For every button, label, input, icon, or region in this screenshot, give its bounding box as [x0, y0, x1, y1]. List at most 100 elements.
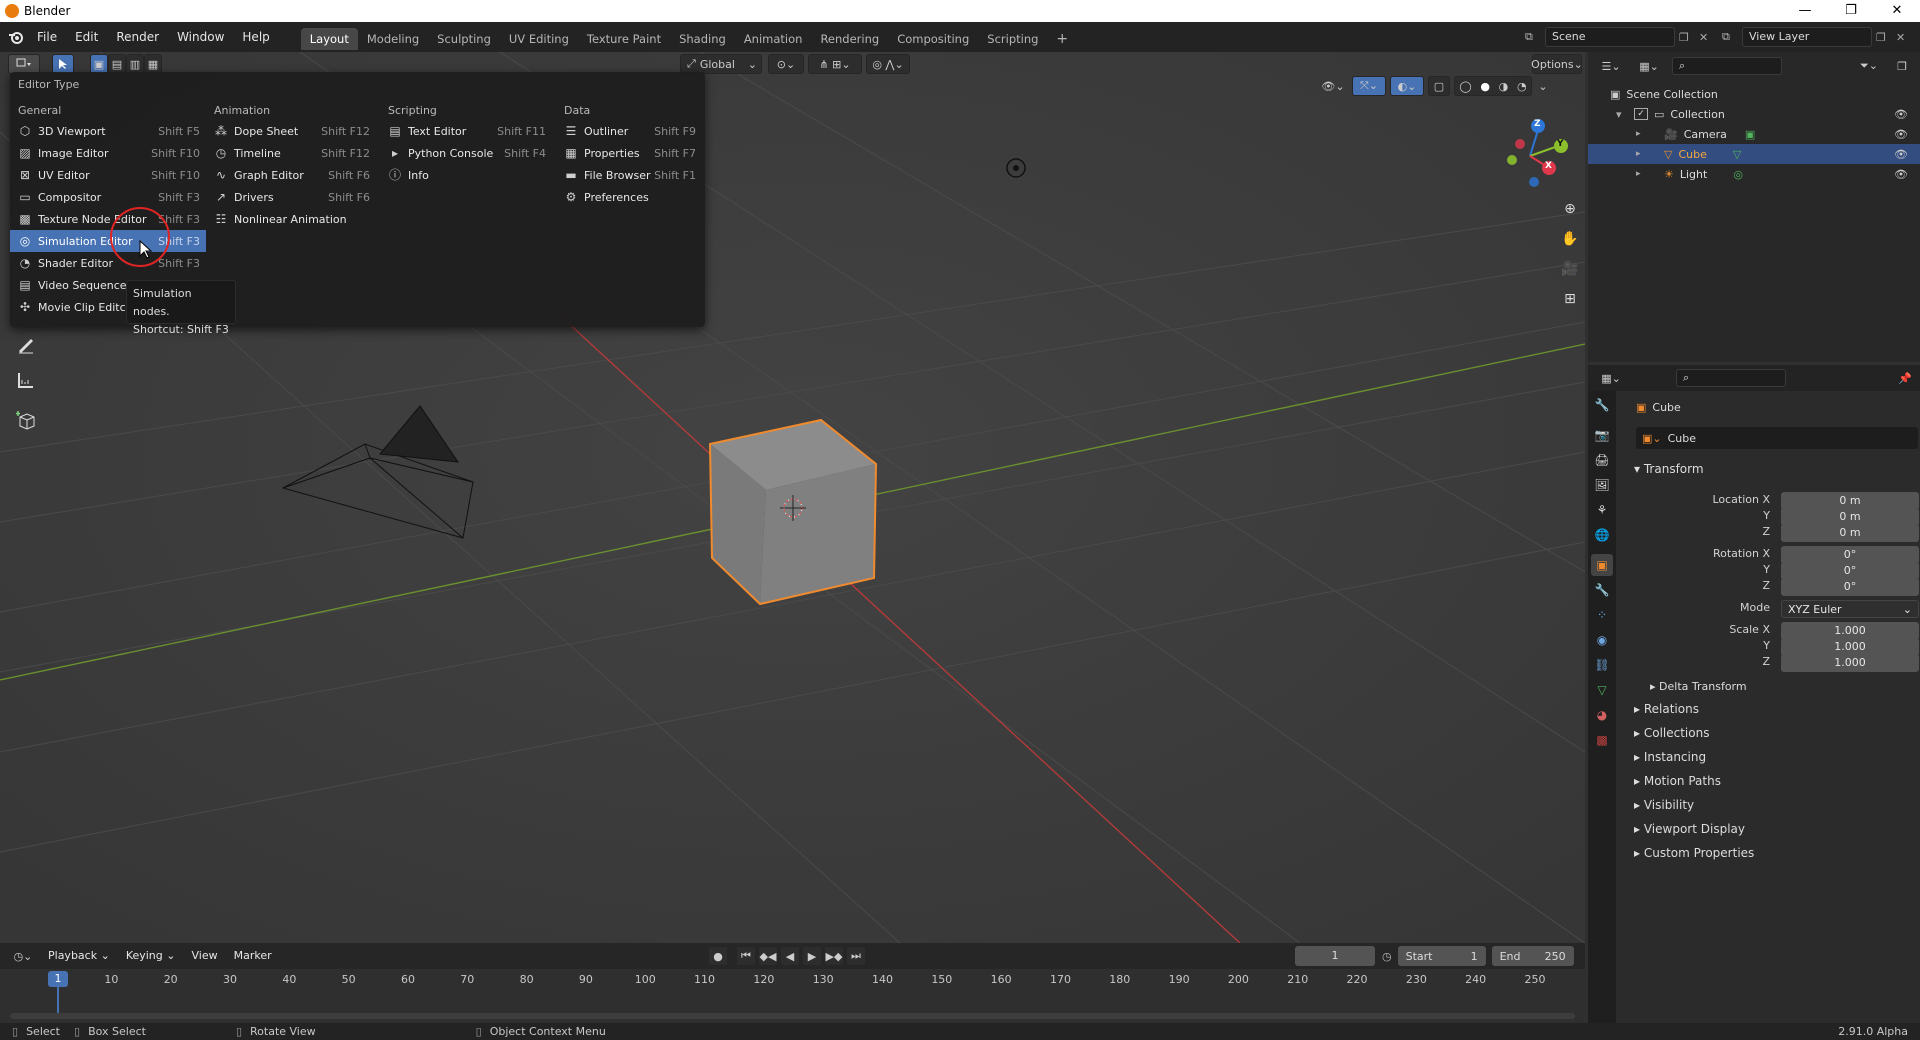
pivot-point-button[interactable]: ⊙⌄	[768, 54, 804, 74]
eye-icon[interactable]: 👁	[1894, 108, 1908, 121]
tree-item-scene-collection[interactable]: ▣ Scene Collection	[1588, 84, 1920, 104]
editor-preferences[interactable]: ⚙ Preferences	[556, 186, 702, 208]
editor-texture-node-editor[interactable]: ▩ Texture Node Editor Shift F3	[10, 208, 206, 230]
world-tab-icon[interactable]: 🌐	[1591, 524, 1613, 546]
custom-properties-section[interactable]: ▸ Custom Properties	[1634, 843, 1754, 863]
eye-icon[interactable]: 👁	[1894, 128, 1908, 141]
menu-help[interactable]: Help	[233, 22, 278, 52]
output-tab-icon[interactable]: 🖨	[1591, 449, 1613, 471]
remove-scene-icon[interactable]: ✕	[1699, 31, 1717, 44]
keying-menu[interactable]: Keying ⌄	[120, 943, 182, 969]
menu-render[interactable]: Render	[107, 22, 168, 52]
outliner-search-input[interactable]: ⌕	[1672, 57, 1782, 75]
remove-view-layer-icon[interactable]: ✕	[1896, 31, 1914, 44]
playback-menu[interactable]: Playback ⌄	[42, 943, 116, 969]
shading-options-icon[interactable]: ⌄	[1536, 76, 1550, 96]
orientation-dropdown[interactable]: ⤢ Global ⌄	[680, 54, 762, 74]
tree-item-camera[interactable]: ▸ 🎥 Camera ▣ 👁	[1588, 124, 1920, 144]
camera-data-icon[interactable]: ▣	[1745, 128, 1755, 141]
render-tab-icon[interactable]: 📷	[1591, 424, 1613, 446]
editor-compositor[interactable]: ▭ Compositor Shift F3	[10, 186, 206, 208]
clock-icon[interactable]: ◷	[1382, 950, 1392, 963]
editor-text-editor[interactable]: ▤ Text Editor Shift F11	[380, 120, 552, 142]
annotate-tool-icon[interactable]	[10, 328, 42, 360]
outliner-editor-type-icon[interactable]: ☰⌄	[1596, 56, 1626, 76]
tab-modeling[interactable]: Modeling	[358, 28, 428, 50]
tree-item-cube[interactable]: ▸ ▽ Cube ▽ 👁	[1588, 144, 1920, 164]
texture-tab-icon[interactable]: ▩	[1591, 729, 1613, 751]
tab-compositing[interactable]: Compositing	[888, 28, 978, 50]
timeline-scrollbar[interactable]	[10, 1013, 1575, 1019]
rotation-mode-dropdown[interactable]: XYZ Euler ⌄	[1781, 600, 1919, 618]
particles-tab-icon[interactable]: ⁘	[1591, 604, 1613, 626]
zoom-icon[interactable]: ⊕	[1556, 194, 1584, 224]
record-icon[interactable]: ●	[708, 946, 728, 966]
tab-uv-editing[interactable]: UV Editing	[500, 28, 578, 50]
editor-python-console[interactable]: ▸ Python Console Shift F4	[380, 142, 552, 164]
delta-transform-section[interactable]: ▸ Delta Transform	[1650, 677, 1747, 697]
tree-item-light[interactable]: ▸ ☀ Light ◎ 👁	[1588, 164, 1920, 184]
select-subtract-icon[interactable]: ▥	[126, 54, 144, 74]
mesh-data-icon[interactable]: ▽	[1733, 148, 1741, 161]
snapping-button[interactable]: ⋔ ⊞⌄	[808, 54, 862, 74]
proportional-edit-button[interactable]: ◎ ⋀⌄	[866, 54, 910, 74]
editor-drivers[interactable]: ↗ Drivers Shift F6	[206, 186, 376, 208]
editor-nonlinear-animation[interactable]: ☷ Nonlinear Animation	[206, 208, 376, 230]
location-z-field[interactable]: 0 m	[1781, 524, 1919, 542]
marker-menu[interactable]: Marker	[228, 943, 278, 969]
visibility-section[interactable]: ▸ Visibility	[1634, 795, 1694, 815]
playhead[interactable]: 1	[48, 971, 68, 987]
object-data-tab-icon[interactable]: ▽	[1591, 679, 1613, 701]
expand-arrow-icon[interactable]: ▸	[1636, 169, 1648, 179]
object-type-icon[interactable]: ▣⌄	[1636, 432, 1668, 445]
perspective-toggle-icon[interactable]: ⊞	[1556, 284, 1584, 314]
expand-arrow-icon[interactable]: ▾	[1616, 108, 1628, 121]
eye-icon[interactable]: 👁	[1894, 168, 1908, 181]
jump-end-icon[interactable]: ⏭	[846, 946, 866, 966]
editor-simulation-editor[interactable]: ◎ Simulation Editor Shift F3	[10, 230, 206, 252]
relations-section[interactable]: ▸ Relations	[1634, 699, 1699, 719]
timeline-track[interactable]: 1102030405060708090100110120130140150160…	[0, 969, 1585, 1023]
filter-icon[interactable]: ⏷⌄	[1854, 56, 1884, 76]
rotation-z-field[interactable]: 0°	[1781, 578, 1919, 596]
add-workspace-button[interactable]: +	[1047, 28, 1077, 50]
select-extend-icon[interactable]: ▤	[108, 54, 126, 74]
editor-info[interactable]: ⓘ Info	[380, 164, 552, 186]
play-icon[interactable]: ▶	[802, 946, 822, 966]
editor-outliner[interactable]: ☰ Outliner Shift F9	[556, 120, 702, 142]
select-intersect-icon[interactable]: ▦	[144, 54, 162, 74]
menu-edit[interactable]: Edit	[66, 22, 107, 52]
shading-mode-group[interactable]: ◯ ● ◑ ◔	[1454, 76, 1532, 96]
tab-scripting[interactable]: Scripting	[978, 28, 1047, 50]
view-layer-tab-icon[interactable]: 🖼	[1591, 474, 1613, 496]
editor-graph-editor[interactable]: ∿ Graph Editor Shift F6	[206, 164, 376, 186]
editor-properties[interactable]: ▦ Properties Shift F7	[556, 142, 702, 164]
gizmo-toggle-icon[interactable]: ⤧⌄	[1352, 76, 1386, 96]
viewport-display-section[interactable]: ▸ Viewport Display	[1634, 819, 1745, 839]
measure-tool-icon[interactable]	[10, 364, 42, 396]
options-dropdown[interactable]: Options ⌄	[1531, 54, 1583, 74]
modifier-tab-icon[interactable]: 🔧	[1591, 579, 1613, 601]
object-tab-icon[interactable]: ▣	[1591, 554, 1613, 576]
transform-section-header[interactable]: ▾ Transform	[1634, 459, 1704, 479]
physics-tab-icon[interactable]: ◉	[1591, 629, 1613, 651]
next-keyframe-icon[interactable]: ▶◆	[824, 946, 844, 966]
view-layer-selector[interactable]: View Layer	[1742, 27, 1872, 47]
select-new-icon[interactable]: ▣	[90, 54, 108, 74]
editor-dope-sheet[interactable]: ⁂ Dope Sheet Shift F12	[206, 120, 376, 142]
tab-shading[interactable]: Shading	[670, 28, 735, 50]
scene-tab-icon[interactable]: ⚘	[1591, 499, 1613, 521]
end-frame-field[interactable]: End 250	[1491, 946, 1574, 966]
editor-file-browser[interactable]: ▬ File Browser Shift F1	[556, 164, 702, 186]
overlay-toggle-icon[interactable]: ◐⌄	[1390, 76, 1424, 96]
tab-animation[interactable]: Animation	[735, 28, 812, 50]
light-data-icon[interactable]: ◎	[1733, 168, 1743, 181]
maximize-button[interactable]: ❐	[1828, 0, 1874, 22]
object-name-field[interactable]: ▣⌄ Cube	[1636, 427, 1918, 449]
tree-item-collection[interactable]: ▾ ✓ ▭ Collection 👁	[1588, 104, 1920, 124]
properties-editor-type-icon[interactable]: ▦⌄	[1596, 368, 1626, 388]
wireframe-shading-icon[interactable]: ◯	[1459, 80, 1471, 93]
scale-z-field[interactable]: 1.000	[1781, 654, 1919, 672]
expand-arrow-icon[interactable]: ▸	[1636, 149, 1648, 159]
tab-texture-paint[interactable]: Texture Paint	[578, 28, 670, 50]
